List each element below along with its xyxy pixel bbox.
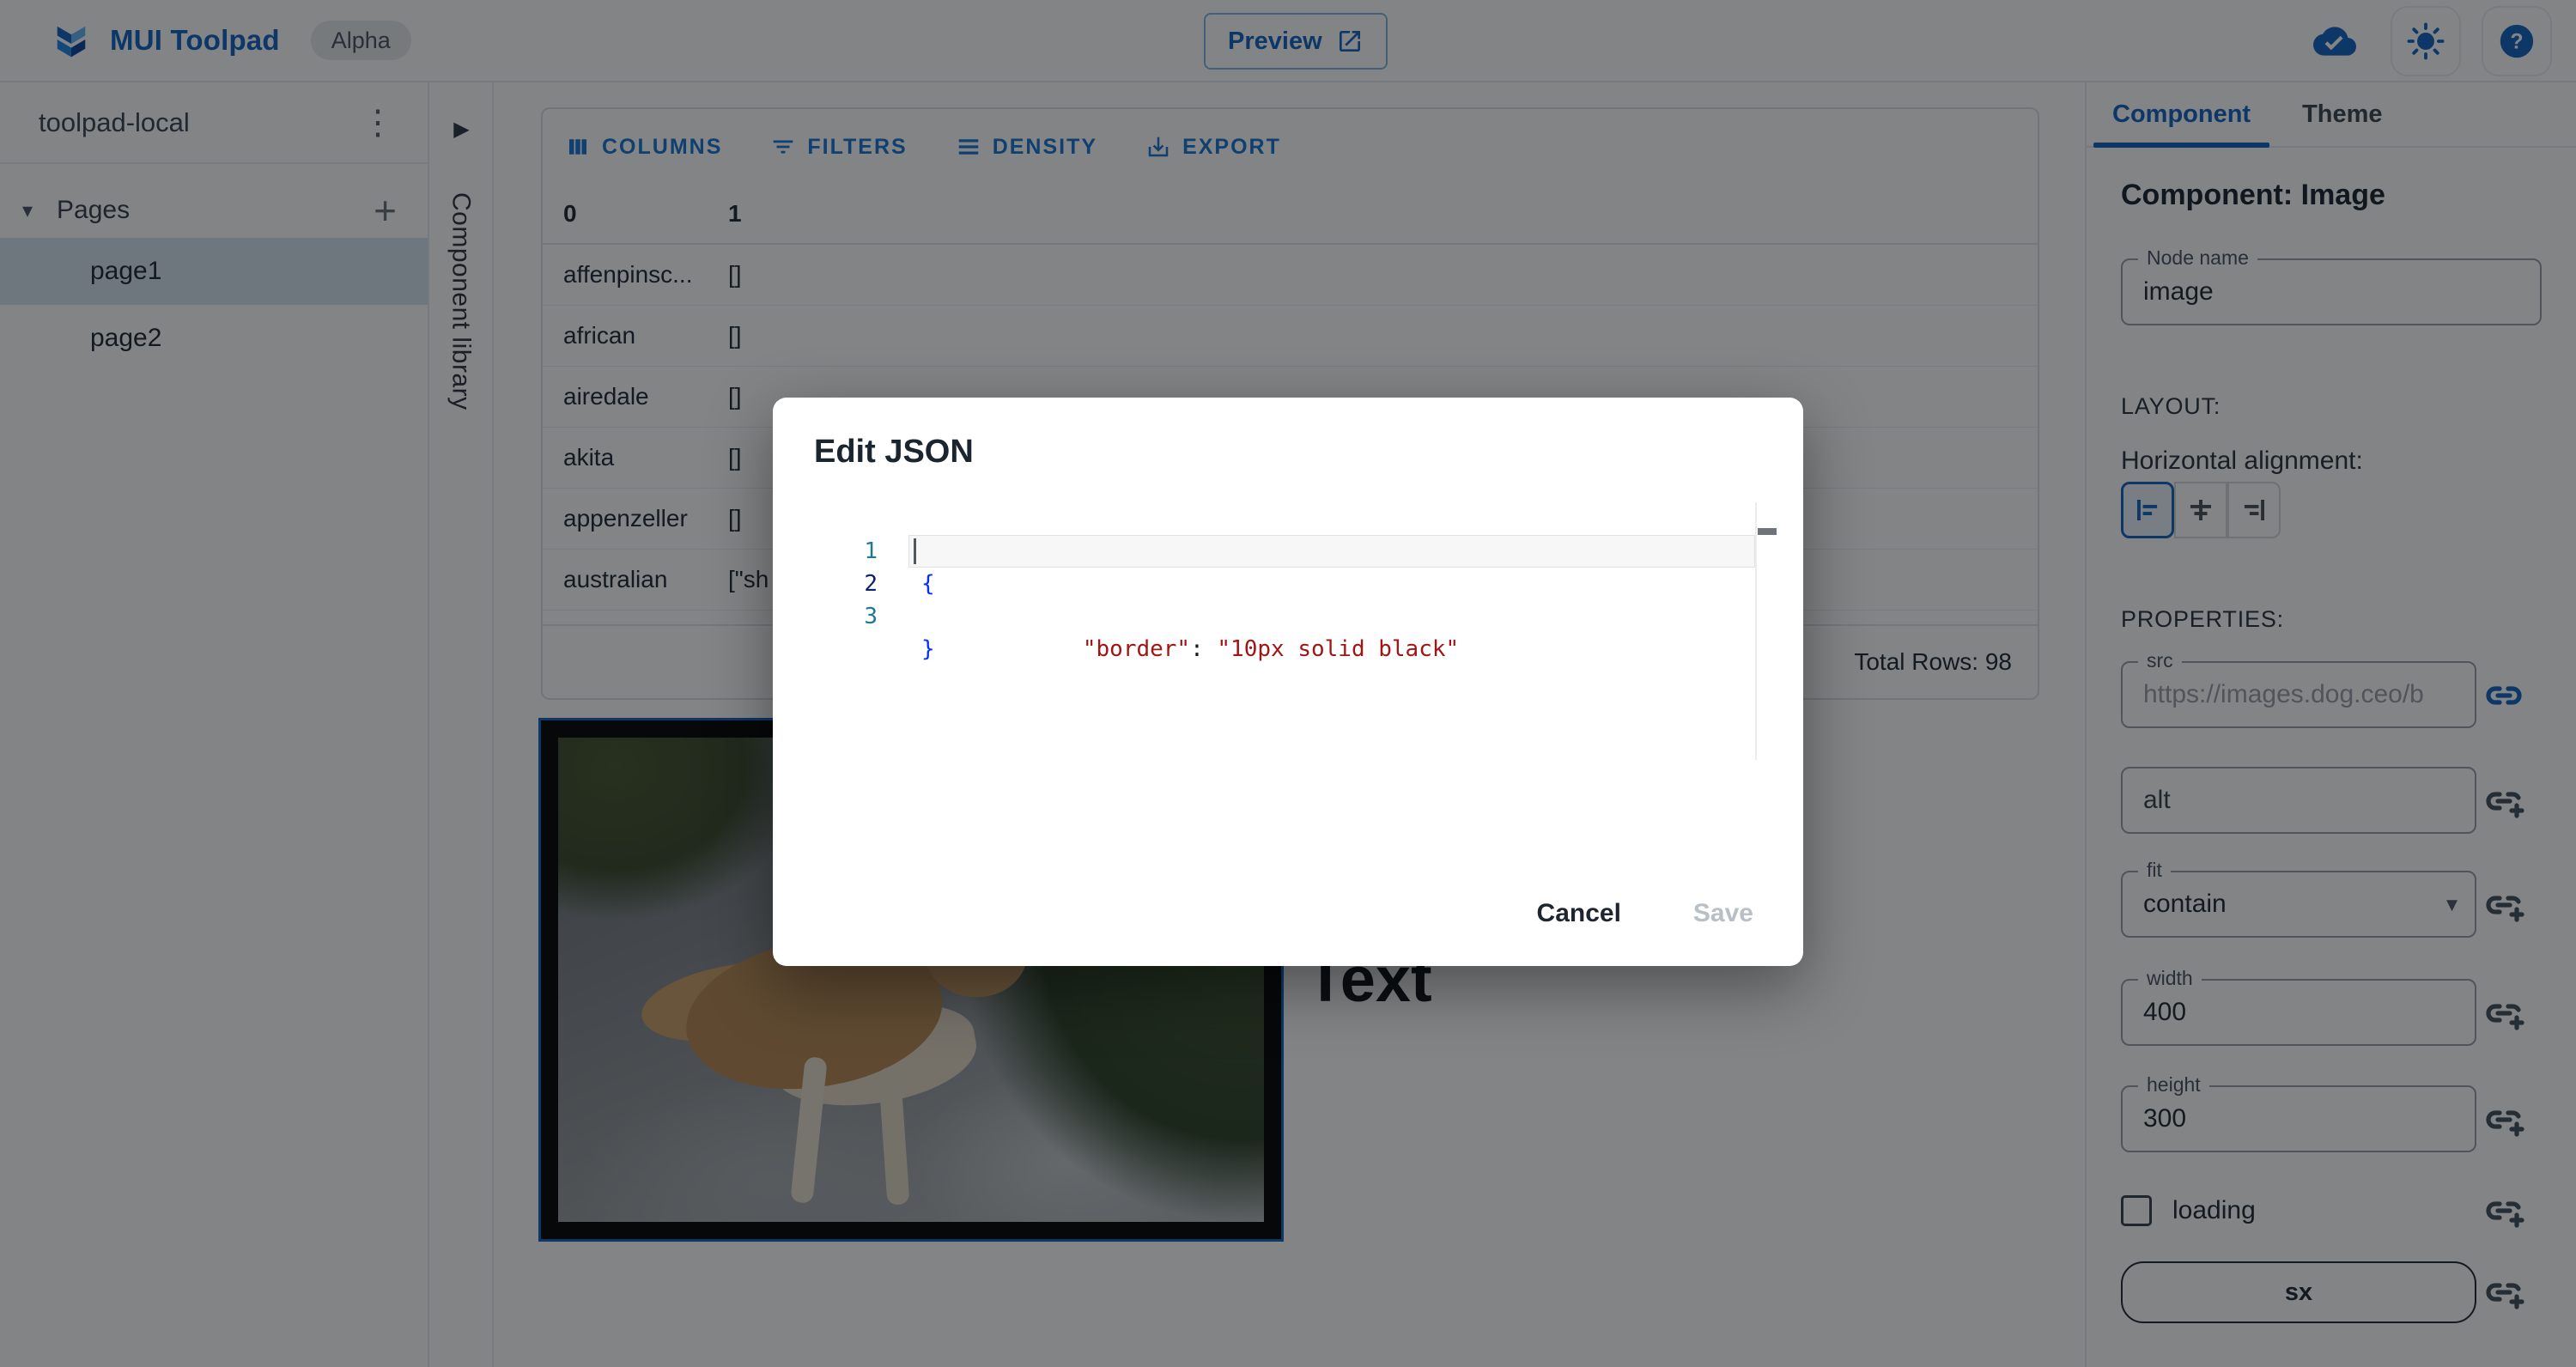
json-code-editor[interactable]: 1 { 2 "border": "10px solid black" 3 } xyxy=(773,502,1803,863)
cancel-button[interactable]: Cancel xyxy=(1528,887,1630,940)
minimap-code-mark xyxy=(1758,528,1777,535)
code-token: } xyxy=(921,636,935,662)
code-colon: : xyxy=(1190,636,1218,662)
code-key: "border" xyxy=(1082,636,1191,662)
dialog-actions: Cancel Save xyxy=(1528,887,1762,940)
line-number: 3 xyxy=(864,604,878,629)
code-value: "10px solid black" xyxy=(1217,636,1460,662)
editor-minimap xyxy=(1755,502,1779,760)
code-line-1: 1 { xyxy=(773,502,1803,597)
save-button[interactable]: Save xyxy=(1685,887,1762,940)
edit-json-dialog: Edit JSON 1 { 2 "border": "10px solid bl… xyxy=(773,398,1803,966)
code-line-3: 3 } xyxy=(773,568,1803,662)
code-line-2: 2 "border": "10px solid black" xyxy=(773,535,1803,662)
dialog-title: Edit JSON xyxy=(814,434,974,470)
toolpad-app: MUI Toolpad Alpha Preview xyxy=(0,0,2576,1367)
